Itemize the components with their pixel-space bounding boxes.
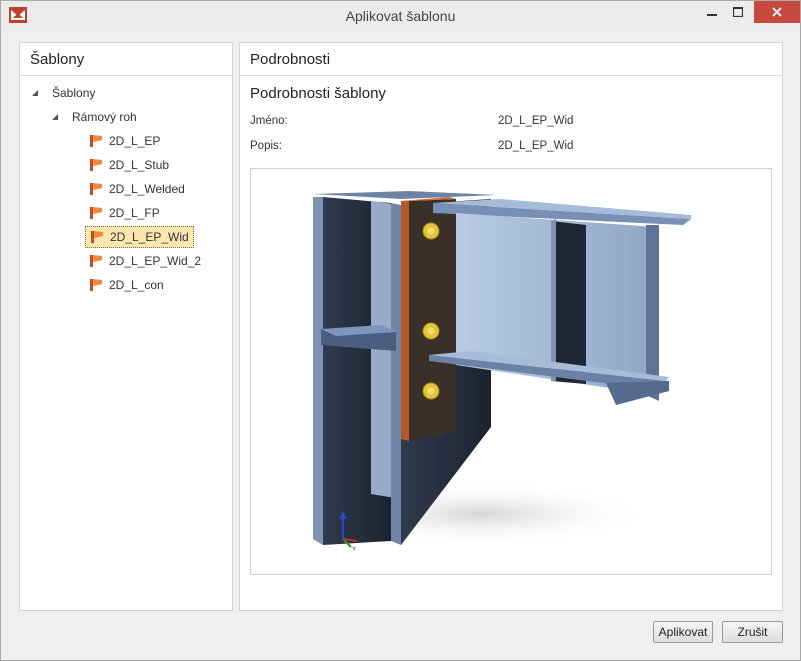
template-item-label: 2D_L_con [109,278,164,292]
tree-root-label: Šablony [52,86,96,100]
frame-corner-icon [90,135,102,147]
frame-corner-icon [90,183,102,195]
template-item-label: 2D_L_EP [109,134,161,148]
axis-x-label: X [358,536,362,542]
template-item-body[interactable]: 2D_L_EP [85,130,164,152]
bolt-icon [422,222,440,240]
template-item-body[interactable]: 2D_L_Stub [85,154,173,176]
templates-panel: Šablony Šablony Rámový roh 2D_L_EP 2D_L_S… [19,42,233,611]
bolt-icon [422,382,440,400]
tree-root[interactable]: Šablony [32,82,95,104]
template-item[interactable]: 2D_L_EP [85,130,164,152]
template-item[interactable]: 2D_L_Stub [85,154,173,176]
template-item[interactable]: 2D_L_FP [85,202,164,224]
templates-panel-header: Šablony [20,43,232,76]
frame-corner-icon [90,207,102,219]
template-item-label: 2D_L_EP_Wid [110,230,189,244]
template-item-label: 2D_L_EP_Wid_2 [109,254,202,268]
description-value: 2D_L_EP_Wid [498,140,574,152]
template-item[interactable]: 2D_L_con [85,274,168,296]
details-panel-header: Podrobnosti [240,43,782,76]
apply-template-dialog: Aplikovat šablonu Šablony Šablony Rámový… [0,0,801,661]
frame-corner-icon [91,231,103,243]
frame-corner-icon [90,279,102,291]
name-label: Jméno: [250,115,288,127]
expanded-arrow-icon[interactable] [32,90,38,96]
description-label: Popis: [250,140,282,152]
minimize-button[interactable] [698,1,726,23]
close-button[interactable] [754,1,800,23]
title-bar: Aplikovat šablonu [1,1,800,31]
details-panel: Podrobnosti Podrobnosti šablony Jméno: 2… [239,42,783,611]
tree-group-label: Rámový roh [72,110,137,124]
maximize-icon [733,7,743,17]
apply-button[interactable]: Aplikovat [653,621,713,643]
bolt-icon [422,322,440,340]
template-item[interactable]: 2D_L_EP_Wid_2 [85,250,205,272]
expanded-arrow-icon[interactable] [52,114,58,120]
frame-corner-icon [90,255,102,267]
template-item-label: 2D_L_Welded [109,182,185,196]
template-item-label: 2D_L_Stub [109,158,170,172]
template-item[interactable]: 2D_L_EP_Wid [85,226,194,248]
name-value: 2D_L_EP_Wid [498,115,574,127]
connection-3d-preview: Z X Y [311,191,691,553]
template-item-body[interactable]: 2D_L_EP_Wid_2 [85,250,205,272]
frame-corner-icon [90,159,102,171]
cancel-button[interactable]: Zrušit [722,621,783,643]
axis-y-label: Y [352,547,356,553]
window-title: Aplikovat šablonu [345,8,456,24]
template-item[interactable]: 2D_L_Welded [85,178,189,200]
template-preview: Z X Y [250,168,772,575]
maximize-button[interactable] [724,1,752,23]
template-item-body[interactable]: 2D_L_Welded [85,178,189,200]
template-details-title: Podrobnosti šablony [250,85,386,102]
template-item-body[interactable]: 2D_L_con [85,274,168,296]
close-icon [772,7,782,17]
minimize-icon [707,14,717,16]
template-item-selected[interactable]: 2D_L_EP_Wid [85,226,194,248]
template-item-label: 2D_L_FP [109,206,160,220]
axis-z-label: Z [340,505,344,511]
template-item-body[interactable]: 2D_L_FP [85,202,164,224]
tree-group-frame-corner[interactable]: Rámový roh [52,106,137,128]
